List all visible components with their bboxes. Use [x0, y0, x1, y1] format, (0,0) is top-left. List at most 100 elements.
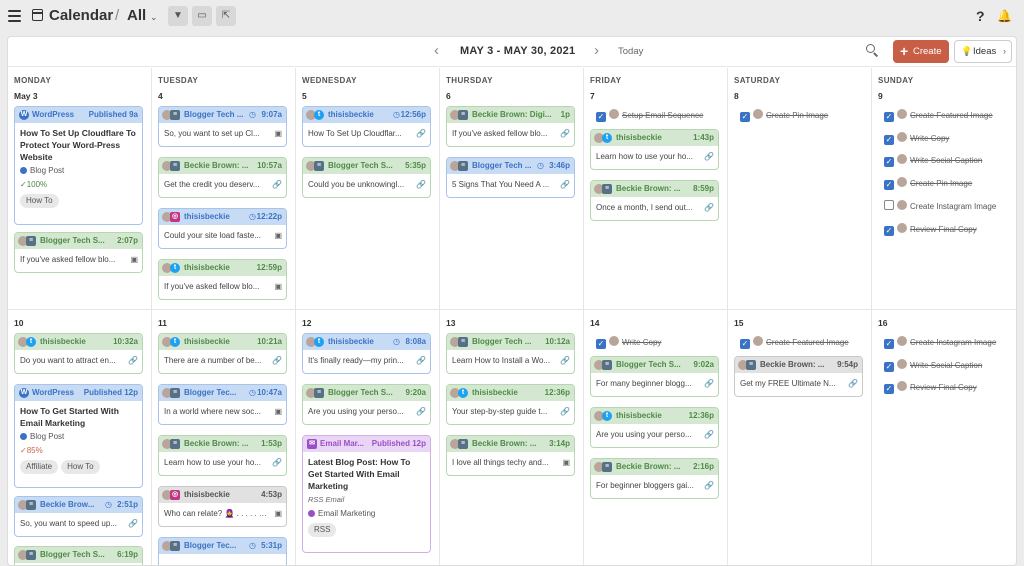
social-post-card[interactable]: t thisisbeckie 12:59p If you've asked fell…	[158, 259, 287, 300]
email-tag[interactable]: RSS	[308, 523, 337, 537]
social-post-card[interactable]: ≡ Beckie Brown: ... 2:16p For beginner blo…	[590, 458, 719, 499]
task-item[interactable]: ✓ Create Pin Image	[884, 177, 972, 191]
card-text: Your step-by-step guide t...	[452, 407, 548, 416]
post-category: Blog Post	[20, 431, 137, 443]
day-number: 16	[878, 318, 888, 328]
card-header: ≡ Blogger Tech ... 10:12a	[447, 334, 574, 350]
social-post-card[interactable]: ≡ Blogger Tech ... ◷ 9:07a So, you want to …	[158, 106, 287, 147]
checkbox-checked[interactable]: ✓	[884, 384, 894, 394]
day-header-monday: MONDAY	[14, 76, 52, 85]
image-icon: ▣	[130, 255, 138, 264]
card-time: 1:53p	[261, 439, 282, 448]
post-tag[interactable]: How To	[20, 194, 59, 208]
task-item[interactable]: Create Instagram Image	[884, 200, 996, 214]
task-item[interactable]: ✓ Create Featured Image	[740, 336, 849, 350]
task-item[interactable]: ✓ Setup Email Sequence	[596, 109, 703, 123]
task-item[interactable]: ✓ Write Copy	[596, 336, 661, 350]
task-label: Create Pin Image	[910, 179, 973, 188]
checkbox-checked[interactable]: ✓	[740, 112, 750, 122]
social-post-card[interactable]: ≡ Blogger Tech S... 2:07p If you've aske…	[14, 232, 143, 273]
image-icon: ▣	[274, 231, 282, 240]
social-post-card[interactable]: ≡ Blogger Tech S... 9:20a Are you using yo…	[302, 384, 431, 425]
card-account: Blogger Tech ...	[184, 110, 244, 119]
social-post-card[interactable]: t thisisbeckie 1:43p Learn how to use your…	[590, 129, 719, 170]
title-separator: /	[115, 7, 120, 24]
social-post-card[interactable]: t thisisbeckie 10:32a Do you want to attra…	[14, 333, 143, 374]
social-post-card[interactable]: ◎ thisisbeckie ◷ 12:22p Could your site loa…	[158, 208, 287, 249]
social-post-card[interactable]: ≡ Blogger Tech ... 10:12a Learn How to Ins…	[446, 333, 575, 374]
checkbox-checked[interactable]: ✓	[884, 362, 894, 372]
display-button[interactable]: ▭	[192, 6, 212, 26]
social-post-card[interactable]: ◎ thisisbeckie 4:53p Who can relate? 🧕 . .…	[158, 486, 287, 527]
social-post-card[interactable]: ≡ Beckie Brown: ... 3:14p I love all thing…	[446, 435, 575, 476]
task-item[interactable]: ✓ Write Social Caption	[884, 359, 982, 373]
filter-button[interactable]: ▼	[168, 6, 188, 26]
hamburger-menu-icon[interactable]	[8, 10, 21, 22]
social-post-card[interactable]: ≡ Blogger Tech S... 9:02a For many beginne…	[590, 356, 719, 397]
buffer-icon: ≡	[170, 110, 180, 120]
card-text: Are you using your perso...	[596, 430, 692, 439]
create-button[interactable]: + Create	[893, 40, 949, 63]
social-post-card[interactable]: ≡ Blogger Tech S... 6:19p	[14, 546, 143, 565]
checkbox-unchecked[interactable]	[884, 200, 894, 210]
search-icon[interactable]	[866, 44, 879, 57]
task-item[interactable]: ✓ Create Featured Image	[884, 109, 993, 123]
checkbox-checked[interactable]: ✓	[740, 339, 750, 349]
task-item[interactable]: ✓ Review Final Copy	[884, 223, 977, 237]
card-header: ≡ Beckie Brow... ◷ 2:51p	[15, 497, 142, 513]
post-tag[interactable]: How To	[61, 460, 100, 474]
social-post-card[interactable]: ≡ Beckie Brown: ... 8:59p Once a month, I …	[590, 180, 719, 221]
ideas-button[interactable]: 💡 Ideas ›	[954, 40, 1012, 63]
bell-icon[interactable]: 🔔	[997, 9, 1012, 23]
card-header: t thisisbeckie ◷ 8:08a	[303, 334, 430, 350]
next-range-button[interactable]: ›	[594, 42, 599, 59]
social-post-card[interactable]: ≡ Beckie Brown: ... 9:54p Get my FREE Ulti…	[734, 356, 863, 397]
social-post-card[interactable]: ≡ Beckie Brown: ... 10:57a Get the credit …	[158, 157, 287, 198]
twitter-icon: t	[170, 263, 180, 273]
link-icon: 🔗	[560, 129, 570, 138]
top-bar: Calendar / All ⌄ ▼ ▭ ⇱ ? 🔔	[0, 0, 1024, 34]
social-post-card[interactable]: ≡ Blogger Tech S... 5:35p Could you be unk…	[302, 157, 431, 198]
social-post-card[interactable]: ≡ Beckie Brown: Digi... 1p If you've asked…	[446, 106, 575, 147]
social-post-card[interactable]: ≡ Blogger Tech ... ◷ 3:46p 5 Signs That You…	[446, 157, 575, 198]
post-tag[interactable]: Affiliate	[20, 460, 59, 474]
help-button[interactable]: ?	[976, 8, 985, 24]
social-post-card[interactable]: ≡ Beckie Brown: ... 1:53p Learn how to use…	[158, 435, 287, 476]
social-post-card[interactable]: t thisisbeckie ◷ 12:56p How To Set Up Cloud…	[302, 106, 431, 147]
checkbox-checked[interactable]: ✓	[884, 135, 894, 145]
view-selector[interactable]: All	[127, 7, 146, 24]
social-post-card[interactable]: t thisisbeckie 12:36p Are you using your p…	[590, 407, 719, 448]
wordpress-post-card[interactable]: W WordPress Published 9a How To Set Up C…	[14, 106, 143, 225]
chevron-down-icon[interactable]: ⌄	[150, 12, 158, 23]
buffer-icon: ≡	[602, 360, 612, 370]
task-item[interactable]: ✓ Create Instagram Image	[884, 336, 996, 350]
checkbox-checked[interactable]: ✓	[884, 339, 894, 349]
social-post-card[interactable]: ≡ Blogger Tec... ◷ 5:31p	[158, 537, 287, 565]
wordpress-post-card[interactable]: W WordPress Published 12p How To Get Sta…	[14, 384, 143, 488]
share-button[interactable]: ⇱	[216, 6, 236, 26]
social-post-card[interactable]: ≡ Beckie Brow... ◷ 2:51p So, you want to sp…	[14, 496, 143, 537]
checkbox-checked[interactable]: ✓	[884, 226, 894, 236]
social-post-card[interactable]: t thisisbeckie 10:21a There are a number o…	[158, 333, 287, 374]
calendar-grid: MONDAY TUESDAY WEDNESDAY THURSDAY FRIDAY…	[8, 68, 1016, 565]
social-post-card[interactable]: t thisisbeckie 12:36p Your step-by-step gu…	[446, 384, 575, 425]
checkbox-checked[interactable]: ✓	[596, 112, 606, 122]
task-item[interactable]: ✓ Write Copy	[884, 132, 949, 146]
buffer-icon: ≡	[458, 110, 468, 120]
checkbox-checked[interactable]: ✓	[884, 112, 894, 122]
card-body: For many beginner blogg... 🔗	[591, 373, 718, 394]
day-number: 5	[302, 91, 307, 101]
previous-range-button[interactable]: ‹	[434, 42, 439, 59]
clock-icon: ◷	[537, 161, 544, 170]
checkbox-checked[interactable]: ✓	[884, 180, 894, 190]
task-item[interactable]: ✓ Create Pin Image	[740, 109, 828, 123]
today-button[interactable]: Today	[618, 46, 643, 57]
checkbox-checked[interactable]: ✓	[884, 157, 894, 167]
social-post-card[interactable]: t thisisbeckie ◷ 8:08a It's finally ready—m…	[302, 333, 431, 374]
task-item[interactable]: ✓ Review Final Copy	[884, 381, 977, 395]
email-campaign-card[interactable]: ✉ Email Mar... Published 12p Latest Blog…	[302, 435, 431, 553]
buffer-icon: ≡	[602, 462, 612, 472]
social-post-card[interactable]: ≡ Blogger Tec... ◷ 10:47a In a world where …	[158, 384, 287, 425]
checkbox-checked[interactable]: ✓	[596, 339, 606, 349]
task-item[interactable]: ✓ Write Social Caption	[884, 154, 982, 168]
